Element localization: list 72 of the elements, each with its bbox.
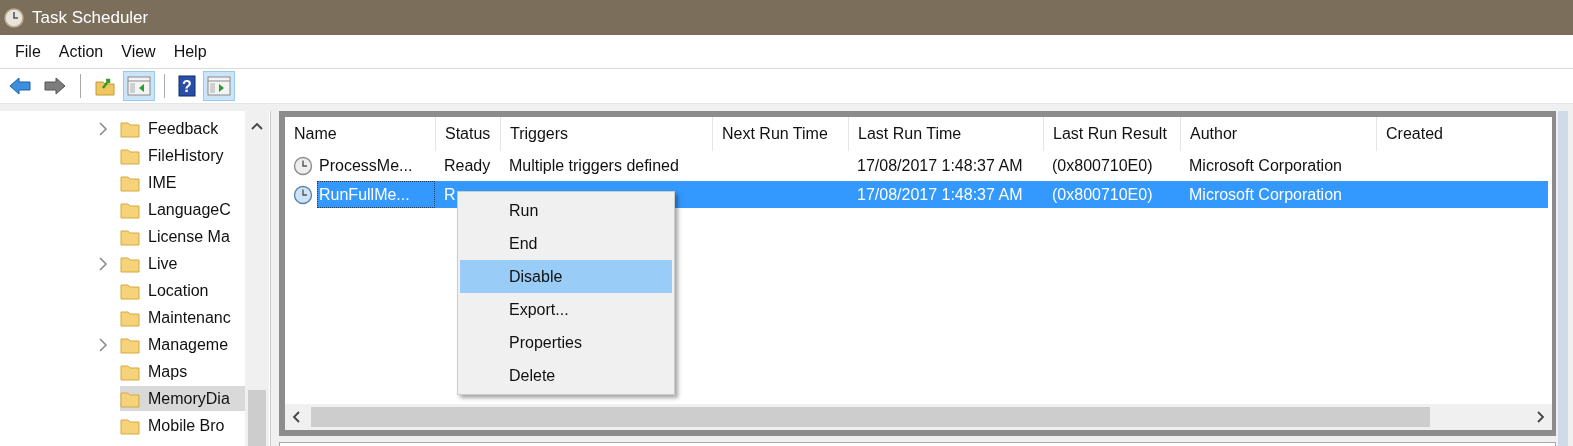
menu-item[interactable]: End: [460, 227, 672, 260]
console-tree-button[interactable]: [123, 71, 155, 101]
scroll-left-icon[interactable]: [291, 410, 303, 424]
menu-item[interactable]: View: [112, 38, 165, 65]
tree-item[interactable]: IME: [120, 170, 245, 195]
expand-icon[interactable]: [98, 121, 108, 136]
tree-item[interactable]: LanguageC: [120, 197, 245, 222]
folder-icon: [120, 254, 140, 273]
menu-item[interactable]: Help: [164, 38, 216, 65]
folder-icon: [120, 362, 140, 381]
left-arrow-icon: [8, 76, 32, 96]
tree-item[interactable]: Mobile Bro: [120, 413, 245, 438]
table-cell: (0x800710E0): [1043, 181, 1180, 208]
tree-item[interactable]: Live: [120, 251, 245, 276]
folder-up-icon: [94, 76, 116, 96]
tree-item[interactable]: License Ma: [120, 224, 245, 249]
folder-icon: [120, 173, 140, 192]
menu-item[interactable]: Disable: [460, 260, 672, 293]
clock-icon: [293, 184, 313, 205]
column-header[interactable]: Last Run Result: [1043, 117, 1180, 151]
table-cell: Microsoft Corporation: [1180, 181, 1376, 208]
window-title: Task Scheduler: [32, 7, 149, 28]
clock-icon: [4, 7, 24, 28]
table-cell-text: (0x800710E0): [1051, 155, 1154, 176]
folder-icon: [120, 335, 140, 354]
tree-item[interactable]: FileHistory: [120, 143, 245, 168]
folder-icon: [120, 308, 140, 327]
table-cell-text: Multiple triggers defined: [508, 155, 680, 176]
folder-icon: [120, 119, 140, 138]
table-cell-text: Microsoft Corporation: [1188, 155, 1343, 176]
clock-icon: [293, 155, 313, 176]
column-header[interactable]: Created: [1376, 117, 1548, 151]
column-header[interactable]: Triggers: [500, 117, 712, 151]
horizontal-scrollbar[interactable]: [285, 404, 1552, 430]
folder-icon: [120, 416, 140, 435]
table-cell-text: 17/08/2017 1:48:37 AM: [856, 155, 1024, 176]
expand-icon[interactable]: [98, 256, 108, 271]
tree-item[interactable]: Manageme: [120, 332, 245, 357]
scrollbar[interactable]: [1558, 111, 1568, 446]
scroll-right-icon[interactable]: [1534, 410, 1546, 424]
folder-icon: [120, 200, 140, 219]
action-pane-button[interactable]: [203, 71, 235, 101]
menu-item[interactable]: Properties: [460, 326, 672, 359]
expand-icon[interactable]: [98, 337, 108, 352]
column-header[interactable]: Status: [435, 117, 500, 151]
folder-icon: [120, 146, 140, 165]
column-header[interactable]: Author: [1180, 117, 1376, 151]
scroll-thumb[interactable]: [248, 390, 266, 446]
menu-item[interactable]: Delete: [460, 359, 672, 392]
pane-icon: [127, 76, 151, 96]
right-arrow-icon: [43, 76, 67, 96]
scroll-up-icon[interactable]: [250, 121, 264, 131]
menu-item[interactable]: Action: [49, 38, 113, 65]
folder-icon: [120, 281, 140, 300]
column-header[interactable]: Next Run Time: [712, 117, 848, 151]
scroll-thumb[interactable]: [311, 407, 1430, 427]
task-name[interactable]: ProcessMe...: [317, 152, 435, 179]
tree-item[interactable]: MemoryDia: [120, 386, 245, 411]
folder-icon: [120, 389, 140, 408]
scrollbar[interactable]: [245, 111, 269, 446]
pane-icon: [207, 76, 231, 96]
table-cell: 17/08/2017 1:48:37 AM: [848, 181, 1043, 208]
tree-item[interactable]: Maps: [120, 359, 245, 384]
folder-icon: [120, 227, 140, 246]
tree-item[interactable]: Feedback: [120, 116, 245, 141]
tree-item[interactable]: Maintenanc: [120, 305, 245, 330]
column-header[interactable]: Last Run Time: [848, 117, 1043, 151]
table-cell-text: Ready: [443, 155, 492, 176]
tree-item[interactable]: Location: [120, 278, 245, 303]
menu-item[interactable]: Export...: [460, 293, 672, 326]
menu-item[interactable]: File: [6, 38, 50, 65]
column-header[interactable]: Name: [285, 117, 435, 151]
